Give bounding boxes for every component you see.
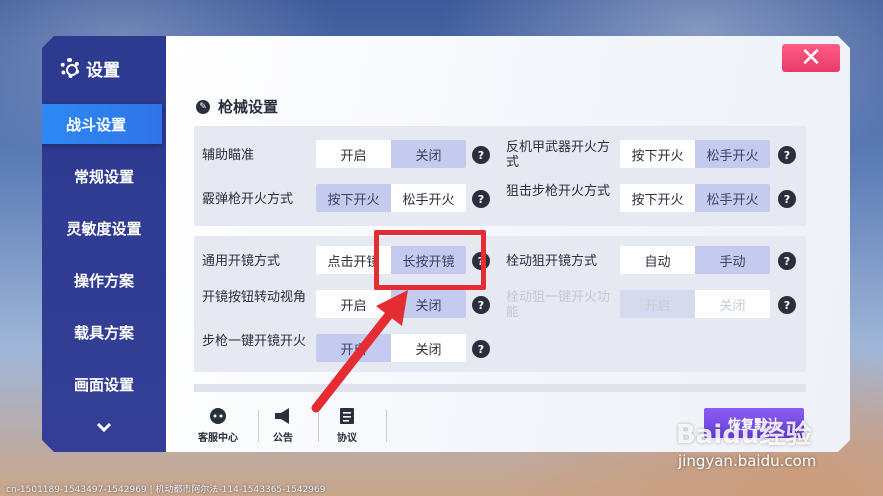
watermark-url: jingyan.baidu.com	[678, 452, 817, 470]
version-status: cn-1501189-1543497-1542969 | 机动都市阿尔法-114…	[6, 485, 326, 495]
baidu-logo: Baidu经验	[676, 420, 812, 450]
